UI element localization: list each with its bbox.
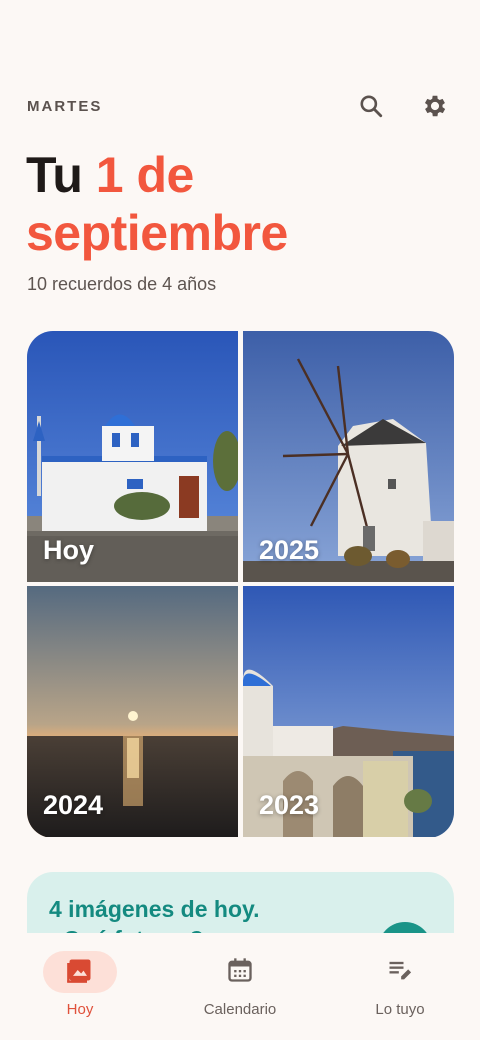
- nav-item-calendar[interactable]: Calendario: [160, 933, 320, 1040]
- title-date-line1: 1 de: [95, 147, 195, 203]
- nav-label: Lo tuyo: [375, 1001, 425, 1018]
- memory-tile-2024[interactable]: 2024: [27, 586, 238, 837]
- nav-label: Calendario: [203, 1001, 277, 1018]
- search-icon[interactable]: [357, 92, 385, 120]
- calendar-icon: [226, 956, 254, 989]
- nav-item-yours[interactable]: Lo tuyo: [320, 933, 480, 1040]
- nav-label: Hoy: [66, 1001, 94, 1018]
- top-bar: MARTES: [27, 88, 453, 124]
- gear-icon[interactable]: [421, 92, 449, 120]
- photo-icon: [66, 956, 94, 989]
- memories-grid: Hoy 2025 2024 2023: [27, 331, 454, 838]
- memory-tile-2025[interactable]: 2025: [243, 331, 454, 582]
- header-actions: [357, 92, 449, 120]
- tile-label: 2024: [43, 790, 104, 820]
- edit-list-icon: [386, 956, 414, 989]
- tile-label: 2025: [259, 535, 320, 565]
- title-prefix: Tu: [26, 147, 96, 203]
- nav-pill: [43, 951, 117, 993]
- tile-label: 2023: [259, 790, 320, 820]
- memory-tile-2023[interactable]: 2023: [243, 586, 454, 837]
- nav-pill: [363, 951, 437, 993]
- nav-item-today[interactable]: Hoy: [0, 933, 160, 1040]
- page-title: Tu 1 de septiembre: [26, 146, 456, 262]
- bottom-navigation: Hoy Calendario Lo tuyo: [0, 933, 480, 1040]
- title-date-line2: septiembre: [26, 205, 288, 261]
- nav-pill: [203, 951, 277, 993]
- weekday-label: MARTES: [27, 97, 103, 115]
- tile-label: Hoy: [43, 535, 95, 565]
- card-title: 4 imágenes de hoy.: [49, 896, 260, 922]
- memories-count: 10 recuerdos de 4 años: [27, 274, 217, 294]
- memory-tile-today[interactable]: Hoy: [27, 331, 238, 582]
